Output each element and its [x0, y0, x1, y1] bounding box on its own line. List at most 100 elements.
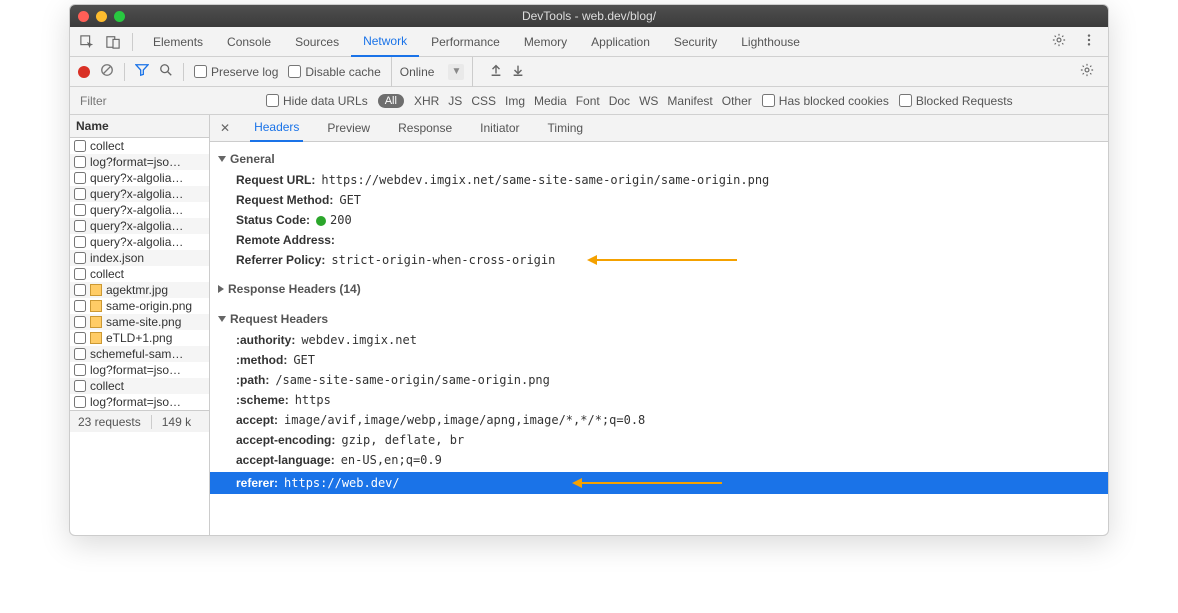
throttling-dropdown[interactable]: Online ▼: [391, 57, 474, 87]
clear-icon[interactable]: [100, 63, 114, 80]
value: https://web.dev/: [284, 476, 400, 490]
request-row[interactable]: log?format=jso…: [70, 362, 209, 378]
upload-icon[interactable]: [489, 63, 503, 80]
detail-tab-timing[interactable]: Timing: [544, 115, 588, 142]
preserve-log-checkbox[interactable]: Preserve log: [194, 65, 278, 79]
request-row[interactable]: same-site.png: [70, 314, 209, 330]
settings-gear-icon[interactable]: [1046, 33, 1072, 50]
record-button[interactable]: [78, 66, 90, 78]
row-checkbox[interactable]: [74, 236, 86, 248]
more-menu-icon[interactable]: [1076, 33, 1102, 50]
detail-tab-initiator[interactable]: Initiator: [476, 115, 523, 142]
image-file-icon: [90, 332, 102, 344]
request-row[interactable]: agektmr.jpg: [70, 282, 209, 298]
inspect-element-icon[interactable]: [76, 31, 98, 53]
divider: [183, 63, 184, 81]
label: Request URL:: [236, 173, 315, 187]
filter-type-img[interactable]: Img: [505, 94, 525, 108]
blocked-requests-checkbox[interactable]: Blocked Requests: [899, 94, 1013, 108]
tab-application[interactable]: Application: [579, 27, 662, 57]
request-headers-section: Request Headers :authority:webdev.imgix.…: [210, 302, 1108, 472]
request-row[interactable]: query?x-algolia…: [70, 218, 209, 234]
request-row[interactable]: query?x-algolia…: [70, 202, 209, 218]
device-toolbar-icon[interactable]: [102, 31, 124, 53]
request-list-header[interactable]: Name: [70, 115, 209, 138]
general-title: General: [230, 152, 275, 166]
request-row[interactable]: log?format=jso…: [70, 154, 209, 170]
download-icon[interactable]: [511, 63, 525, 80]
filter-type-manifest[interactable]: Manifest: [667, 94, 712, 108]
has-blocked-cookies-checkbox[interactable]: Has blocked cookies: [762, 94, 889, 108]
row-checkbox[interactable]: [74, 252, 86, 264]
window-title: DevTools - web.dev/blog/: [70, 9, 1108, 23]
value: GET: [339, 193, 361, 207]
request-row[interactable]: query?x-algolia…: [70, 170, 209, 186]
tab-sources[interactable]: Sources: [283, 27, 351, 57]
filter-type-font[interactable]: Font: [576, 94, 600, 108]
detail-tab-headers[interactable]: Headers: [250, 115, 303, 142]
row-checkbox[interactable]: [74, 364, 86, 376]
row-checkbox[interactable]: [74, 284, 86, 296]
request-row[interactable]: query?x-algolia…: [70, 234, 209, 250]
row-checkbox[interactable]: [74, 220, 86, 232]
row-checkbox[interactable]: [74, 300, 86, 312]
row-checkbox[interactable]: [74, 348, 86, 360]
request-row[interactable]: schemeful-sam…: [70, 346, 209, 362]
filter-bar: Hide data URLs All XHR JS CSS Img Media Font D…: [70, 87, 1108, 115]
row-checkbox[interactable]: [74, 380, 86, 392]
tab-elements[interactable]: Elements: [141, 27, 215, 57]
request-name: agektmr.jpg: [106, 283, 168, 297]
filter-type-doc[interactable]: Doc: [609, 94, 630, 108]
request-name: query?x-algolia…: [90, 235, 183, 249]
request-name: eTLD+1.png: [106, 331, 172, 345]
search-icon[interactable]: [159, 63, 173, 80]
image-file-icon: [90, 300, 102, 312]
divider: [151, 415, 152, 429]
row-checkbox[interactable]: [74, 268, 86, 280]
filter-type-all[interactable]: All: [378, 94, 404, 108]
row-checkbox[interactable]: [74, 332, 86, 344]
request-row[interactable]: query?x-algolia…: [70, 186, 209, 202]
row-checkbox[interactable]: [74, 140, 86, 152]
hide-data-urls-checkbox[interactable]: Hide data URLs: [266, 94, 368, 108]
row-checkbox[interactable]: [74, 316, 86, 328]
request-row[interactable]: collect: [70, 138, 209, 154]
filter-type-css[interactable]: CSS: [471, 94, 496, 108]
disclosure-triangle-icon: [218, 156, 226, 162]
request-row[interactable]: log?format=jso…: [70, 394, 209, 410]
close-detail-icon[interactable]: ✕: [214, 121, 236, 135]
tab-memory[interactable]: Memory: [512, 27, 579, 57]
filter-icon[interactable]: [135, 63, 149, 80]
row-checkbox[interactable]: [74, 156, 86, 168]
value: 200: [316, 213, 352, 227]
tab-lighthouse[interactable]: Lighthouse: [729, 27, 812, 57]
filter-type-other[interactable]: Other: [722, 94, 752, 108]
filter-type-js[interactable]: JS: [448, 94, 462, 108]
request-list: Name collectlog?format=jso…query?x-algol…: [70, 115, 210, 535]
request-row[interactable]: eTLD+1.png: [70, 330, 209, 346]
detail-tab-preview[interactable]: Preview: [323, 115, 374, 142]
network-settings-gear-icon[interactable]: [1074, 63, 1100, 80]
row-checkbox[interactable]: [74, 396, 86, 408]
general-header[interactable]: General: [218, 148, 1100, 170]
row-checkbox[interactable]: [74, 188, 86, 200]
tab-performance[interactable]: Performance: [419, 27, 512, 57]
label: Request Method:: [236, 193, 333, 207]
request-row[interactable]: same-origin.png: [70, 298, 209, 314]
row-checkbox[interactable]: [74, 204, 86, 216]
row-checkbox[interactable]: [74, 172, 86, 184]
filter-type-ws[interactable]: WS: [639, 94, 658, 108]
response-headers-header[interactable]: Response Headers (14): [218, 278, 1100, 300]
tab-security[interactable]: Security: [662, 27, 729, 57]
detail-tab-response[interactable]: Response: [394, 115, 456, 142]
request-row[interactable]: collect: [70, 378, 209, 394]
filter-type-xhr[interactable]: XHR: [414, 94, 439, 108]
filter-type-media[interactable]: Media: [534, 94, 567, 108]
filter-input[interactable]: [76, 90, 256, 112]
tab-console[interactable]: Console: [215, 27, 283, 57]
request-row[interactable]: collect: [70, 266, 209, 282]
request-row[interactable]: index.json: [70, 250, 209, 266]
request-headers-header[interactable]: Request Headers: [218, 308, 1100, 330]
tab-network[interactable]: Network: [351, 27, 419, 57]
disable-cache-checkbox[interactable]: Disable cache: [288, 65, 380, 79]
